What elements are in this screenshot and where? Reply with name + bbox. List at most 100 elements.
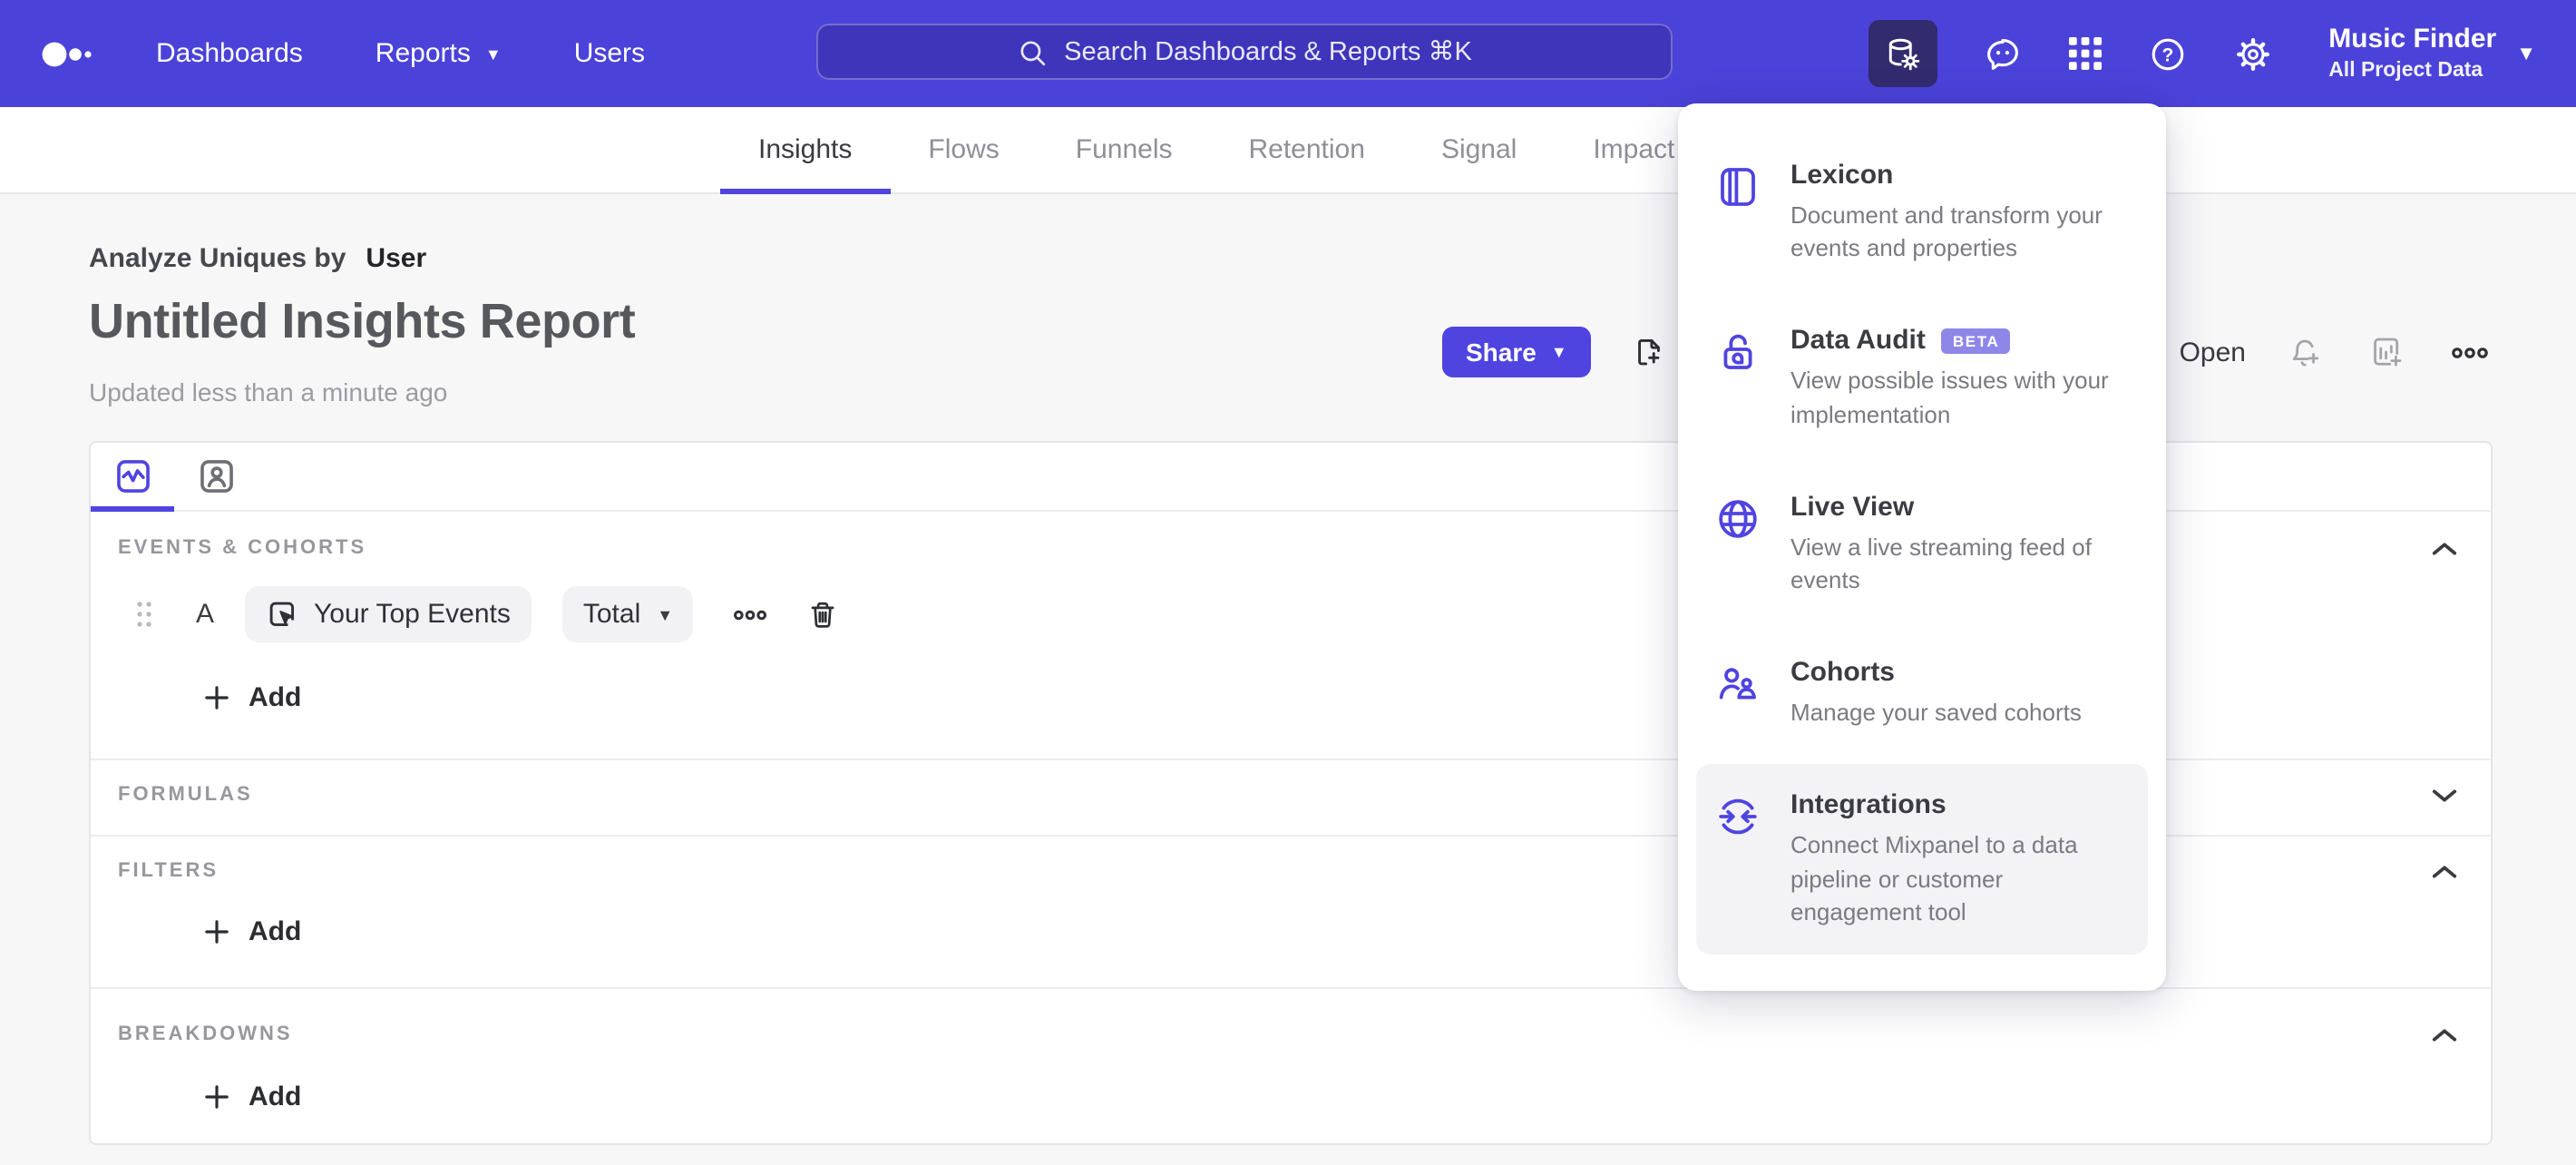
- menu-item-title: Lexicon: [1791, 160, 1894, 191]
- report-content: Analyze Uniques by User Untitled Insight…: [0, 194, 2576, 1165]
- menu-item-lexicon[interactable]: Lexicon Document and transform your even…: [1678, 134, 2166, 291]
- breakdowns-section: BREAKDOWNS Add: [91, 989, 2491, 1152]
- search-input[interactable]: Search Dashboards & Reports ⌘K: [816, 24, 1673, 80]
- tab-signal-label: Signal: [1440, 134, 1517, 165]
- add-breakdown-label: Add: [249, 1082, 302, 1112]
- menu-item-description: Document and transform your events and p…: [1791, 201, 2103, 262]
- aggregation-selector[interactable]: Total ▼: [562, 586, 694, 642]
- search-placeholder: Search Dashboards & Reports ⌘K: [1064, 37, 1472, 66]
- formulas-section-label: FORMULAS: [118, 784, 253, 806]
- analyze-label: Analyze Uniques by: [89, 243, 346, 274]
- apps-grid-icon[interactable]: [2067, 36, 2102, 71]
- search-icon: [1020, 40, 1045, 65]
- breakdowns-section-header: BREAKDOWNS: [118, 1023, 2464, 1045]
- add-filter-button[interactable]: Add: [205, 916, 301, 947]
- user-profile-icon: [200, 460, 232, 493]
- chevron-up-icon: [2432, 1029, 2457, 1042]
- svg-text:?: ?: [2161, 44, 2173, 65]
- trash-icon: [811, 601, 834, 627]
- formulas-expand-button[interactable]: [2427, 778, 2462, 813]
- tab-retention[interactable]: Retention: [1211, 107, 1403, 192]
- top-nav-links: Dashboards Reports ▼ Users: [156, 0, 645, 107]
- filters-collapse-button[interactable]: [2427, 855, 2462, 889]
- chevron-up-icon: [2432, 543, 2457, 555]
- add-to-board-button[interactable]: [2366, 330, 2409, 374]
- menu-item-description: Manage your saved cohorts: [1791, 699, 2082, 727]
- menu-item-cohorts[interactable]: Cohorts Manage your saved cohorts: [1678, 631, 2166, 755]
- menu-item-title: Integrations: [1791, 789, 1947, 821]
- project-scope: All Project Data: [2328, 59, 2483, 82]
- share-button[interactable]: Share ▼: [1442, 327, 1591, 377]
- data-management-icon[interactable]: [1868, 20, 1937, 87]
- tab-impact-label: Impact: [1593, 134, 1675, 165]
- event-row-letter: A: [196, 599, 215, 630]
- event-row-more-button[interactable]: [729, 603, 771, 625]
- breakdowns-collapse-button[interactable]: [2427, 1018, 2462, 1052]
- help-icon[interactable]: ?: [2147, 34, 2187, 73]
- drag-handle-icon[interactable]: [136, 601, 152, 628]
- events-collapse-button[interactable]: [2427, 532, 2462, 566]
- event-selector[interactable]: Your Top Events: [245, 586, 532, 642]
- menu-item-integrations[interactable]: Integrations Connect Mixpanel to a data …: [1696, 764, 2148, 955]
- tab-insights[interactable]: Insights: [720, 107, 890, 194]
- filters-section-label: FILTERS: [118, 860, 220, 882]
- aggregation-label: Total: [582, 599, 641, 630]
- create-alert-button[interactable]: [2284, 330, 2327, 374]
- nav-reports[interactable]: Reports ▼: [376, 38, 502, 69]
- caret-down-icon: ▼: [484, 44, 502, 63]
- events-section-label: EVENTS & COHORTS: [118, 537, 367, 559]
- menu-item-text: Live View View a live streaming feed of …: [1791, 492, 2130, 598]
- tab-funnels[interactable]: Funnels: [1038, 107, 1211, 192]
- menu-item-title: Data Audit BETA: [1791, 326, 2130, 357]
- insights-chart-icon: [116, 460, 149, 493]
- menu-item-data-audit[interactable]: Data Audit BETA View possible issues with…: [1678, 300, 2166, 457]
- mixpanel-logo-icon[interactable]: [38, 34, 96, 83]
- data-management-menu: Lexicon Document and transform your even…: [1678, 103, 2166, 991]
- breakdowns-section-label: BREAKDOWNS: [118, 1023, 293, 1045]
- profiles-view-tab[interactable]: [174, 443, 258, 510]
- delete-event-button[interactable]: [804, 594, 842, 634]
- event-selector-label: Your Top Events: [314, 599, 511, 630]
- caret-down-icon: ▼: [657, 605, 674, 623]
- settings-gear-icon[interactable]: [2232, 34, 2272, 73]
- menu-item-live-view[interactable]: Live View View a live streaming feed of …: [1678, 466, 2166, 623]
- feedback-icon[interactable]: [1982, 34, 2022, 73]
- report-tab-bar: Insights Flows Funnels Retention Signal …: [0, 107, 2576, 194]
- menu-item-title-text: Data Audit: [1791, 325, 1926, 357]
- events-view-tab[interactable]: [91, 443, 174, 512]
- lexicon-icon: [1714, 160, 1761, 266]
- menu-item-text: Cohorts Manage your saved cohorts: [1791, 657, 2082, 729]
- report-title[interactable]: Untitled Insights Report: [89, 294, 636, 350]
- analyze-uniques-row: Analyze Uniques by User: [89, 243, 426, 274]
- top-navigation-bar: Dashboards Reports ▼ Users Search Dashboa…: [0, 0, 2576, 107]
- event-icon: [269, 602, 295, 627]
- updated-timestamp: Updated less than a minute ago: [89, 377, 448, 406]
- project-selector[interactable]: Music Finder All Project Data ▼: [2328, 24, 2536, 83]
- more-options-button[interactable]: [2447, 340, 2493, 364]
- analyze-value-dropdown[interactable]: User: [366, 243, 426, 274]
- menu-item-description: View possible issues with your implement…: [1791, 367, 2109, 428]
- app-window: Dashboards Reports ▼ Users Search Dashboa…: [0, 0, 2576, 1165]
- add-event-button[interactable]: Add: [205, 682, 301, 713]
- nav-dashboards[interactable]: Dashboards: [156, 38, 303, 69]
- plus-icon: [205, 920, 229, 944]
- add-to-board-icon: [2374, 338, 2402, 367]
- chevron-down-icon: [2432, 789, 2457, 802]
- nav-users[interactable]: Users: [574, 38, 645, 69]
- report-actions-right: Open: [2131, 330, 2493, 374]
- beta-badge: BETA: [1941, 328, 2011, 355]
- add-breakdown-button[interactable]: Add: [205, 1082, 301, 1112]
- data-audit-icon: [1714, 326, 1761, 432]
- add-event-label: Add: [249, 682, 302, 713]
- live-view-icon: [1714, 492, 1761, 598]
- nav-users-label: Users: [573, 38, 646, 69]
- tab-flows[interactable]: Flows: [890, 107, 1037, 192]
- tab-signal[interactable]: Signal: [1403, 107, 1555, 192]
- cohorts-icon: [1714, 657, 1761, 729]
- menu-item-description: View a live streaming feed of events: [1791, 533, 2092, 593]
- topbar-icon-group: ? Music Finder All Project Data ▼: [1868, 0, 2536, 107]
- tab-retention-label: Retention: [1248, 134, 1365, 165]
- tab-insights-label: Insights: [758, 134, 853, 165]
- add-filter-label: Add: [249, 916, 302, 947]
- caret-down-icon: ▼: [2516, 43, 2536, 64]
